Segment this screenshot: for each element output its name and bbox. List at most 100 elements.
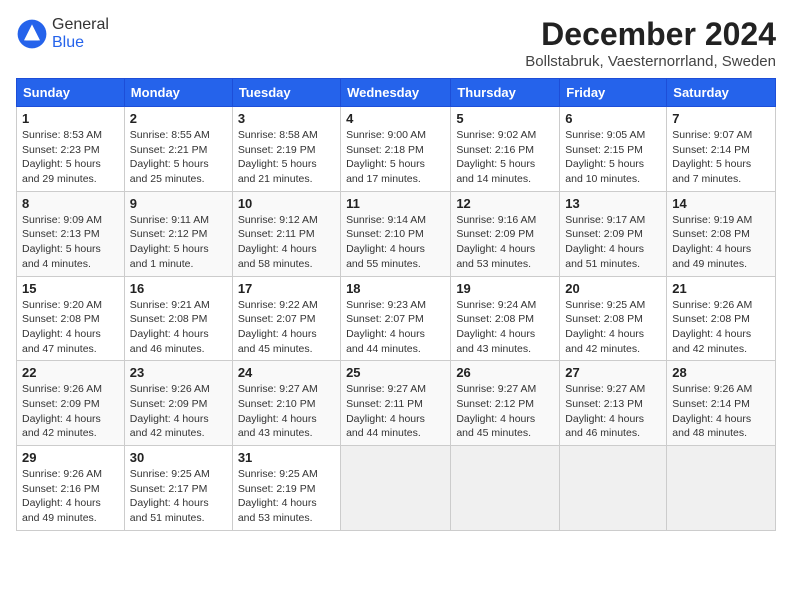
column-header-monday: Monday [124, 79, 232, 107]
location: Bollstabruk, Vaesternorrland, Sweden [525, 53, 776, 70]
day-number: 29 [22, 450, 119, 465]
calendar-cell: 11 Sunrise: 9:14 AM Sunset: 2:10 PM Dayli… [341, 191, 451, 276]
day-number: 4 [346, 111, 445, 126]
calendar-cell: 7 Sunrise: 9:07 AM Sunset: 2:14 PM Daylig… [667, 107, 776, 192]
column-header-wednesday: Wednesday [341, 79, 451, 107]
day-info: Sunrise: 9:26 AM Sunset: 2:08 PM Dayligh… [672, 298, 770, 357]
day-info: Sunrise: 9:25 AM Sunset: 2:17 PM Dayligh… [130, 467, 227, 526]
calendar-cell: 10Sunrise: 9:12 AM Sunset: 2:11 PM Dayli… [232, 191, 340, 276]
title-block: December 2024 Bollstabruk, Vaesternorrla… [525, 16, 776, 70]
calendar-cell: 12 Sunrise: 9:16 AM Sunset: 2:09 PM Dayli… [451, 191, 560, 276]
day-number: 23 [130, 365, 227, 380]
column-header-saturday: Saturday [667, 79, 776, 107]
calendar-cell: 26 Sunrise: 9:27 AM Sunset: 2:12 PM Dayli… [451, 361, 560, 446]
page-header: General Blue December 2024 Bollstabruk, … [16, 16, 776, 70]
day-number: 27 [565, 365, 661, 380]
day-info: Sunrise: 9:20 AM Sunset: 2:08 PM Dayligh… [22, 298, 119, 357]
day-info: Sunrise: 9:25 AM Sunset: 2:19 PM Dayligh… [238, 467, 335, 526]
column-header-sunday: Sunday [17, 79, 125, 107]
day-info: Sunrise: 8:58 AM Sunset: 2:19 PM Dayligh… [238, 128, 335, 187]
calendar-cell: 21 Sunrise: 9:26 AM Sunset: 2:08 PM Dayli… [667, 276, 776, 361]
column-header-friday: Friday [560, 79, 667, 107]
day-info: Sunrise: 9:27 AM Sunset: 2:13 PM Dayligh… [565, 382, 661, 441]
calendar-table: SundayMondayTuesdayWednesdayThursdayFrid… [16, 78, 776, 531]
day-info: Sunrise: 9:16 AM Sunset: 2:09 PM Dayligh… [456, 213, 554, 272]
calendar-cell [451, 446, 560, 531]
calendar-cell: 9Sunrise: 9:11 AM Sunset: 2:12 PM Daylig… [124, 191, 232, 276]
calendar-cell: 28 Sunrise: 9:26 AM Sunset: 2:14 PM Dayli… [667, 361, 776, 446]
calendar-cell: 5 Sunrise: 9:02 AM Sunset: 2:16 PM Daylig… [451, 107, 560, 192]
calendar-cell: 31 Sunrise: 9:25 AM Sunset: 2:19 PM Dayli… [232, 446, 340, 531]
column-header-thursday: Thursday [451, 79, 560, 107]
day-info: Sunrise: 9:27 AM Sunset: 2:12 PM Dayligh… [456, 382, 554, 441]
calendar-cell [560, 446, 667, 531]
day-info: Sunrise: 9:00 AM Sunset: 2:18 PM Dayligh… [346, 128, 445, 187]
day-number: 24 [238, 365, 335, 380]
day-info: Sunrise: 9:26 AM Sunset: 2:16 PM Dayligh… [22, 467, 119, 526]
day-number: 21 [672, 281, 770, 296]
day-number: 26 [456, 365, 554, 380]
calendar-cell: 24 Sunrise: 9:27 AM Sunset: 2:10 PM Dayli… [232, 361, 340, 446]
calendar-cell: 3 Sunrise: 8:58 AM Sunset: 2:19 PM Daylig… [232, 107, 340, 192]
day-info: Sunrise: 9:05 AM Sunset: 2:15 PM Dayligh… [565, 128, 661, 187]
day-info: Sunrise: 9:07 AM Sunset: 2:14 PM Dayligh… [672, 128, 770, 187]
day-info: Sunrise: 9:26 AM Sunset: 2:14 PM Dayligh… [672, 382, 770, 441]
day-info: Sunrise: 9:23 AM Sunset: 2:07 PM Dayligh… [346, 298, 445, 357]
day-number: 9 [130, 196, 227, 211]
calendar-cell: 17 Sunrise: 9:22 AM Sunset: 2:07 PM Dayli… [232, 276, 340, 361]
calendar-cell: 2 Sunrise: 8:55 AM Sunset: 2:21 PM Daylig… [124, 107, 232, 192]
day-info: Sunrise: 8:53 AM Sunset: 2:23 PM Dayligh… [22, 128, 119, 187]
day-info: Sunrise: 9:24 AM Sunset: 2:08 PM Dayligh… [456, 298, 554, 357]
day-number: 18 [346, 281, 445, 296]
day-number: 20 [565, 281, 661, 296]
day-number: 7 [672, 111, 770, 126]
day-number: 22 [22, 365, 119, 380]
calendar-cell: 19 Sunrise: 9:24 AM Sunset: 2:08 PM Dayli… [451, 276, 560, 361]
day-info: Sunrise: 9:14 AM Sunset: 2:10 PM Dayligh… [346, 213, 445, 272]
week-row-4: 22 Sunrise: 9:26 AM Sunset: 2:09 PM Dayli… [17, 361, 776, 446]
day-info: Sunrise: 8:55 AM Sunset: 2:21 PM Dayligh… [130, 128, 227, 187]
day-info: Sunrise: 9:22 AM Sunset: 2:07 PM Dayligh… [238, 298, 335, 357]
day-number: 14 [672, 196, 770, 211]
day-number: 19 [456, 281, 554, 296]
day-info: Sunrise: 9:12 AM Sunset: 2:11 PM Dayligh… [238, 213, 335, 272]
day-info: Sunrise: 9:27 AM Sunset: 2:10 PM Dayligh… [238, 382, 335, 441]
day-info: Sunrise: 9:02 AM Sunset: 2:16 PM Dayligh… [456, 128, 554, 187]
day-number: 31 [238, 450, 335, 465]
logo-blue-text: Blue [52, 34, 84, 51]
calendar-cell: 1 Sunrise: 8:53 AM Sunset: 2:23 PM Daylig… [17, 107, 125, 192]
calendar-cell: 30 Sunrise: 9:25 AM Sunset: 2:17 PM Dayli… [124, 446, 232, 531]
day-number: 3 [238, 111, 335, 126]
logo-icon [16, 18, 48, 50]
day-info: Sunrise: 9:17 AM Sunset: 2:09 PM Dayligh… [565, 213, 661, 272]
day-number: 28 [672, 365, 770, 380]
day-number: 16 [130, 281, 227, 296]
calendar-cell: 13 Sunrise: 9:17 AM Sunset: 2:09 PM Dayli… [560, 191, 667, 276]
day-number: 2 [130, 111, 227, 126]
logo-general-text: General [52, 16, 109, 33]
day-info: Sunrise: 9:26 AM Sunset: 2:09 PM Dayligh… [130, 382, 227, 441]
logo: General Blue [16, 16, 109, 52]
day-info: Sunrise: 9:27 AM Sunset: 2:11 PM Dayligh… [346, 382, 445, 441]
day-info: Sunrise: 9:21 AM Sunset: 2:08 PM Dayligh… [130, 298, 227, 357]
day-number: 30 [130, 450, 227, 465]
day-number: 12 [456, 196, 554, 211]
day-info: Sunrise: 9:19 AM Sunset: 2:08 PM Dayligh… [672, 213, 770, 272]
day-number: 8 [22, 196, 119, 211]
day-info: Sunrise: 9:25 AM Sunset: 2:08 PM Dayligh… [565, 298, 661, 357]
day-number: 13 [565, 196, 661, 211]
calendar-cell: 4 Sunrise: 9:00 AM Sunset: 2:18 PM Daylig… [341, 107, 451, 192]
calendar-cell: 23 Sunrise: 9:26 AM Sunset: 2:09 PM Dayli… [124, 361, 232, 446]
calendar-cell: 27 Sunrise: 9:27 AM Sunset: 2:13 PM Dayli… [560, 361, 667, 446]
day-number: 17 [238, 281, 335, 296]
week-row-5: 29 Sunrise: 9:26 AM Sunset: 2:16 PM Dayli… [17, 446, 776, 531]
column-header-tuesday: Tuesday [232, 79, 340, 107]
week-row-1: 1 Sunrise: 8:53 AM Sunset: 2:23 PM Daylig… [17, 107, 776, 192]
calendar-cell: 8Sunrise: 9:09 AM Sunset: 2:13 PM Daylig… [17, 191, 125, 276]
day-number: 11 [346, 196, 445, 211]
day-number: 1 [22, 111, 119, 126]
calendar-cell [667, 446, 776, 531]
calendar-cell: 25Sunrise: 9:27 AM Sunset: 2:11 PM Dayli… [341, 361, 451, 446]
calendar-cell: 6Sunrise: 9:05 AM Sunset: 2:15 PM Daylig… [560, 107, 667, 192]
day-number: 5 [456, 111, 554, 126]
